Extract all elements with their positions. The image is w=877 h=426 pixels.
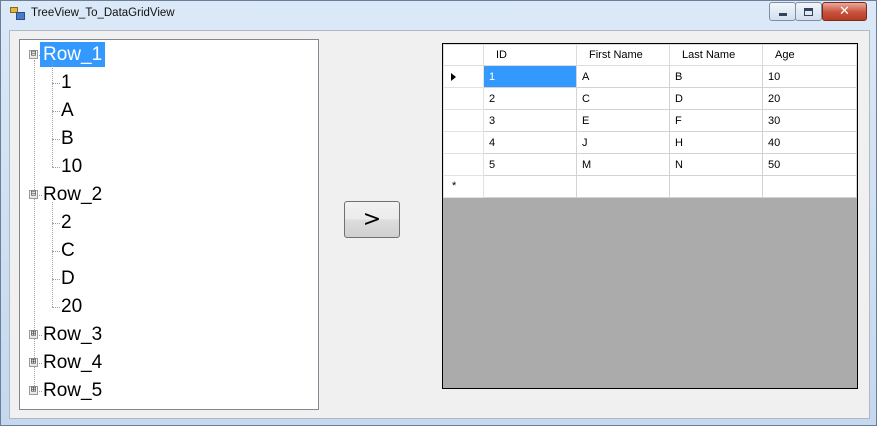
window-title: TreeView_To_DataGridView [31, 7, 175, 19]
data-grid-table: ID First Name Last Name Age 1 A B 10 2 C D 20 3 E F 30… [443, 44, 857, 198]
grid-cell[interactable]: 20 [762, 87, 857, 110]
row-header[interactable] [443, 109, 484, 132]
tree-node-row-1[interactable]: ⊟ Row_1 [20, 42, 310, 68]
tree-child-label[interactable]: 1 [58, 70, 75, 95]
grid-cell[interactable] [483, 175, 577, 198]
tree-child-node[interactable]: C [20, 238, 310, 264]
tree-node-row-5[interactable]: ⊞ Row_5 [20, 378, 310, 404]
grid-cell[interactable]: 10 [762, 65, 857, 88]
grid-cell[interactable] [762, 175, 857, 198]
grid-cell[interactable]: 4 [483, 131, 577, 154]
transfer-button[interactable]: > [344, 201, 400, 238]
grid-cell[interactable]: C [576, 87, 670, 110]
grid-row[interactable]: 5 M N 50 [443, 153, 857, 176]
tree-child-label[interactable]: A [58, 98, 77, 123]
tree-node-label[interactable]: Row_5 [40, 378, 105, 403]
grid-cell[interactable]: F [669, 109, 763, 132]
row-header[interactable]: * [443, 175, 484, 198]
minimize-button[interactable] [769, 2, 796, 21]
tree-node-row-3[interactable]: ⊞ Row_3 [20, 322, 310, 348]
row-header[interactable] [443, 153, 484, 176]
grid-cell[interactable]: M [576, 153, 670, 176]
tree-child-node[interactable]: 2 [20, 210, 310, 236]
title-bar[interactable]: TreeView_To_DataGridView ✕ [1, 1, 876, 27]
row-header[interactable] [443, 65, 484, 88]
expand-icon[interactable]: ⊞ [29, 386, 38, 395]
expand-icon[interactable]: ⊞ [29, 330, 38, 339]
grid-cell[interactable]: D [669, 87, 763, 110]
tree-child-node[interactable]: 10 [20, 154, 310, 180]
close-icon: ✕ [839, 4, 850, 19]
minimize-icon [778, 13, 787, 16]
grid-corner-header[interactable] [443, 44, 484, 66]
grid-row[interactable]: 2 C D 20 [443, 87, 857, 110]
grid-cell[interactable]: 5 [483, 153, 577, 176]
grid-cell[interactable] [576, 175, 670, 198]
grid-cell[interactable]: 50 [762, 153, 857, 176]
grid-cell[interactable]: 3 [483, 109, 577, 132]
data-grid-view[interactable]: ID First Name Last Name Age 1 A B 10 2 C D 20 3 E F 30… [442, 43, 858, 389]
form-icon [10, 7, 26, 21]
grid-cell[interactable]: B [669, 65, 763, 88]
grid-row[interactable]: 1 A B 10 [443, 65, 857, 88]
tree-child-label[interactable]: 20 [58, 294, 85, 319]
tree-child-node[interactable]: 20 [20, 294, 310, 320]
tree-child-label[interactable]: C [58, 238, 78, 263]
column-header-last-name[interactable]: Last Name [669, 44, 763, 66]
row-header[interactable] [443, 131, 484, 154]
tree-connector-line [52, 62, 53, 167]
form-client-area: ⊟ Row_1 1 A B 10 ⊟ Row_2 2 C D 20 ⊞ Row_3 ⊞ Row_4 ⊞ Row_5… [9, 30, 870, 419]
column-header-id[interactable]: ID [483, 44, 577, 66]
grid-cell[interactable]: A [576, 65, 670, 88]
grid-cell[interactable]: E [576, 109, 670, 132]
grid-cell[interactable]: H [669, 131, 763, 154]
new-row-marker: * [452, 180, 457, 192]
tree-child-node[interactable]: B [20, 126, 310, 152]
tree-child-node[interactable]: A [20, 98, 310, 124]
maximize-button[interactable] [795, 2, 822, 21]
tree-view[interactable]: ⊟ Row_1 1 A B 10 ⊟ Row_2 2 C D 20 ⊞ Row_3 ⊞ Row_4 ⊞ Row_5 [19, 39, 319, 410]
grid-cell[interactable] [669, 175, 763, 198]
tree-node-label[interactable]: Row_4 [40, 350, 105, 375]
tree-node-label[interactable]: Row_2 [40, 182, 105, 207]
tree-child-label[interactable]: B [58, 126, 77, 151]
tree-child-node[interactable]: D [20, 266, 310, 292]
tree-child-node[interactable]: 1 [20, 70, 310, 96]
maximize-icon [804, 7, 813, 16]
row-pointer-icon [451, 73, 456, 81]
tree-node-row-4[interactable]: ⊞ Row_4 [20, 350, 310, 376]
grid-cell[interactable]: 40 [762, 131, 857, 154]
row-header[interactable] [443, 87, 484, 110]
grid-cell[interactable]: 30 [762, 109, 857, 132]
grid-row[interactable]: 3 E F 30 [443, 109, 857, 132]
column-header-first-name[interactable]: First Name [576, 44, 670, 66]
tree-connector-line [52, 202, 53, 307]
expand-icon[interactable]: ⊞ [29, 358, 38, 367]
tree-node-label[interactable]: Row_1 [40, 42, 106, 67]
grid-cell[interactable]: 2 [483, 87, 577, 110]
grid-cell[interactable]: J [576, 131, 670, 154]
collapse-icon[interactable]: ⊟ [29, 50, 38, 59]
tree-child-label[interactable]: D [58, 266, 78, 291]
tree-child-label[interactable]: 2 [58, 210, 75, 235]
grid-row[interactable]: 4 J H 40 [443, 131, 857, 154]
tree-node-label[interactable]: Row_3 [40, 322, 105, 347]
tree-child-label[interactable]: 10 [58, 154, 85, 179]
grid-new-row[interactable]: * [443, 175, 857, 198]
column-header-age[interactable]: Age [762, 44, 857, 66]
tree-node-row-2[interactable]: ⊟ Row_2 [20, 182, 310, 208]
grid-cell[interactable]: 1 [483, 65, 577, 88]
collapse-icon[interactable]: ⊟ [29, 190, 38, 199]
grid-cell[interactable]: N [669, 153, 763, 176]
app-window: TreeView_To_DataGridView ✕ ⊟ Row_1 1 A B 10 ⊟ R… [0, 0, 877, 426]
close-button[interactable]: ✕ [822, 2, 867, 21]
